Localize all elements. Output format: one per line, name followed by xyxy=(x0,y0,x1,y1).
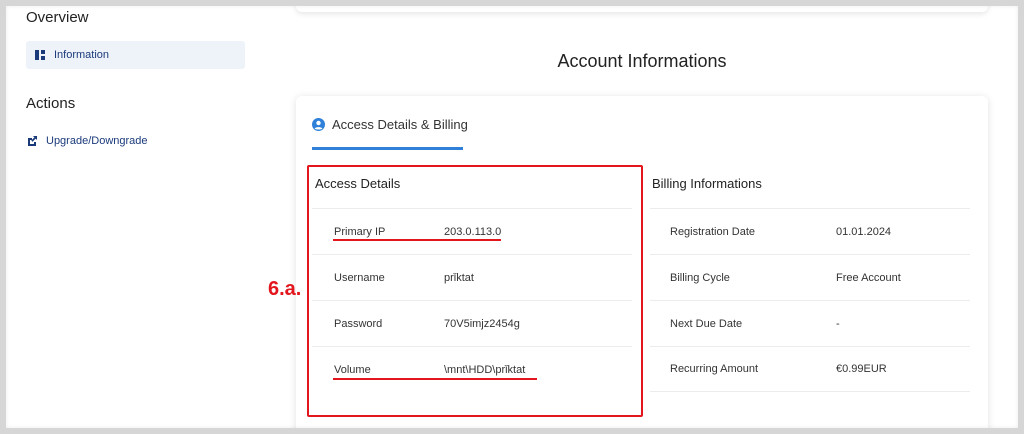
billing-title: Billing Informations xyxy=(652,176,762,191)
billing-row-billing-cycle: Billing Cycle Free Account xyxy=(650,254,970,300)
sidebar-item-upgrade[interactable]: Upgrade/Downgrade xyxy=(26,127,148,155)
billing-row-registration-date: Registration Date 01.01.2024 xyxy=(650,208,970,254)
access-row-label: Username xyxy=(334,271,385,284)
sidebar-item-label: Information xyxy=(54,49,110,61)
top-card xyxy=(296,0,988,12)
access-row-username: Username prǐktat xyxy=(312,254,632,300)
tab-label: Access Details & Billing xyxy=(332,117,468,132)
sidebar-item-information[interactable]: Information xyxy=(26,41,245,69)
billing-row-recurring-amount: Recurring Amount €0.99EUR xyxy=(650,346,970,392)
access-row-value: prǐktat xyxy=(444,271,474,284)
billing-row-label: Billing Cycle xyxy=(670,271,730,284)
access-row-label: Primary IP xyxy=(334,225,386,238)
access-row-primary-ip: Primary IP 203.0.113.0 xyxy=(312,208,632,254)
sidebar-item-label: Upgrade/Downgrade xyxy=(46,135,148,147)
user-circle-icon xyxy=(312,118,325,131)
dashboard-icon xyxy=(34,49,46,61)
billing-row-value: Free Account xyxy=(836,271,901,284)
access-row-label: Volume xyxy=(334,363,371,376)
annotation-underline-volume xyxy=(333,378,537,380)
billing-row-value: €0.99EUR xyxy=(836,363,887,375)
billing-row-value: - xyxy=(836,317,840,330)
billing-row-label: Registration Date xyxy=(670,225,755,238)
overview-heading: Overview xyxy=(26,9,89,26)
actions-heading: Actions xyxy=(26,95,76,112)
access-row-label: Password xyxy=(334,317,383,330)
access-row-volume: Volume \mnt\HDD\prǐktat xyxy=(312,346,632,392)
annotation-underline-primary-ip xyxy=(333,239,501,241)
account-card: Access Details & Billing Access Details … xyxy=(296,96,988,434)
tab-access-details-billing[interactable]: Access Details & Billing xyxy=(312,117,468,132)
billing-row-next-due-date: Next Due Date - xyxy=(650,300,970,346)
access-details-title: Access Details xyxy=(315,176,401,191)
access-row-password: Password 70V5imjz2454g xyxy=(312,300,632,346)
tab-active-indicator xyxy=(312,147,463,150)
access-row-value: 203.0.113.0 xyxy=(444,225,502,238)
billing-row-value: 01.01.2024 xyxy=(836,225,892,238)
access-row-value: 70V5imjz2454g xyxy=(444,317,520,330)
billing-row-label: Recurring Amount xyxy=(670,363,759,375)
external-link-icon xyxy=(26,135,38,147)
access-row-value: \mnt\HDD\prǐktat xyxy=(444,363,526,376)
sidebar: Overview Information Actions Upgrade/Dow… xyxy=(0,0,260,434)
page-title: Account Informations xyxy=(557,51,727,71)
billing-row-label: Next Due Date xyxy=(670,317,743,330)
annotation-label: 6.a. xyxy=(268,278,302,300)
